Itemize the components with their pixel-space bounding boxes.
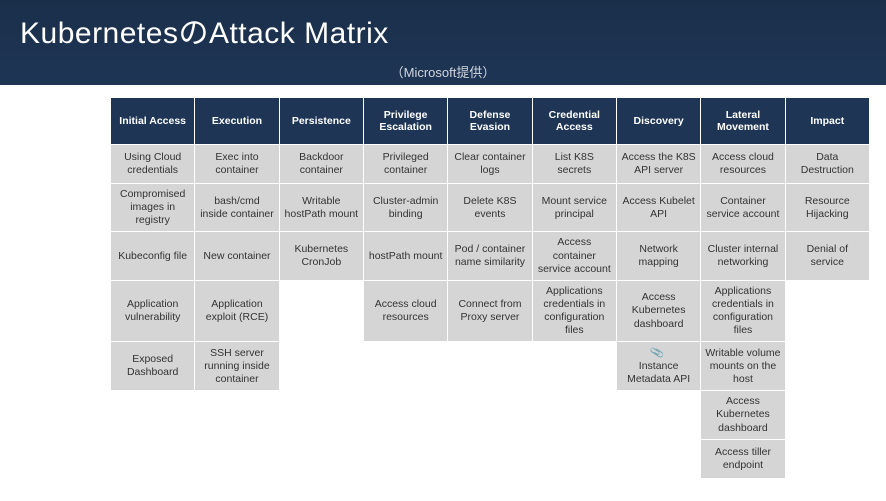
cell-empty [617,391,700,438]
page-title: KubernetesのAttack Matrix [20,8,866,52]
cell: Kubeconfig file [111,232,194,279]
cell: Connect from Proxy server [448,281,531,342]
cell: Delete K8S events [448,184,531,231]
cell-empty [786,391,869,438]
table-row: Exposed Dashboard SSH server running ins… [111,342,869,390]
cell-instance-metadata: 📎 Instance Metadata API [617,342,700,390]
cell-empty [533,440,616,478]
cell: Denial of service [786,232,869,279]
cell-empty [448,342,531,390]
table-row: Kubeconfig file New container Kubernetes… [111,232,869,279]
cell: Data Destruction [786,145,869,183]
cell-empty [280,440,363,478]
table-row: Access Kubernetes dashboard [111,391,869,438]
cell: Access container service account [533,232,616,279]
cell: Cluster-admin binding [364,184,447,231]
table-row: Compromised images in registry bash/cmd … [111,184,869,231]
cell-empty [533,342,616,390]
cell-empty [533,391,616,438]
cell: Application exploit (RCE) [195,281,278,342]
cell-empty [617,440,700,478]
cell-empty [448,440,531,478]
table-row: Application vulnerability Application ex… [111,281,869,342]
cell: List K8S secrets [533,145,616,183]
cell: New container [195,232,278,279]
table-row: Using Cloud credentials Exec into contai… [111,145,869,183]
cell: Access Kubernetes dashboard [701,391,784,438]
page-subtitle: （Microsoft提供） [20,62,866,81]
col-execution: Execution [195,98,278,144]
cell-empty [280,391,363,438]
cell: Container service account [701,184,784,231]
cell: Applications credentials in configuratio… [533,281,616,342]
cell: Cluster internal networking [701,232,784,279]
cell: Resource Hijacking [786,184,869,231]
cell-empty [786,281,869,342]
col-discovery: Discovery [617,98,700,144]
cell: Kubernetes CronJob [280,232,363,279]
cell-empty [448,391,531,438]
col-defense-evasion: Defense Evasion [448,98,531,144]
cell-empty [280,342,363,390]
cell-empty [111,440,194,478]
table-row: Access tiller endpoint [111,440,869,478]
cell: Applications credentials in configuratio… [701,281,784,342]
cell: Compromised images in registry [111,184,194,231]
cell: Backdoor container [280,145,363,183]
cell: Access cloud resources [701,145,784,183]
cell-empty [364,440,447,478]
cell: Exec into container [195,145,278,183]
cell: bash/cmd inside container [195,184,278,231]
col-impact: Impact [786,98,869,144]
cell: Writable volume mounts on the host [701,342,784,390]
col-credential-access: Credential Access [533,98,616,144]
cell-empty [195,440,278,478]
cell: Access Kubernetes dashboard [617,281,700,342]
cell: Network mapping [617,232,700,279]
col-initial-access: Initial Access [111,98,194,144]
cell-text: Instance Metadata API [627,360,690,385]
col-priv-esc: Privilege Escalation [364,98,447,144]
cell: Exposed Dashboard [111,342,194,390]
attack-matrix-table: Initial Access Execution Persistence Pri… [110,97,870,479]
matrix-container: Initial Access Execution Persistence Pri… [0,85,886,479]
col-lateral-movement: Lateral Movement [701,98,784,144]
slide-header: KubernetesのAttack Matrix （Microsoft提供） [0,0,886,85]
cell: Access Kubelet API [617,184,700,231]
cell: Access the K8S API server [617,145,700,183]
cell-empty [195,391,278,438]
cell: Application vulnerability [111,281,194,342]
cell: Using Cloud credentials [111,145,194,183]
cell: Access tiller endpoint [701,440,784,478]
cell: Mount service principal [533,184,616,231]
cell-empty [786,342,869,390]
cell-empty [786,440,869,478]
cell: Privileged container [364,145,447,183]
cell-empty [364,391,447,438]
cell: Pod / container name similarity [448,232,531,279]
cell-empty [111,391,194,438]
cell: Access cloud resources [364,281,447,342]
table-header-row: Initial Access Execution Persistence Pri… [111,98,869,144]
cell: Clear container logs [448,145,531,183]
cell-empty [364,342,447,390]
cell: Writable hostPath mount [280,184,363,231]
cell: SSH server running inside container [195,342,278,390]
cell-empty [280,281,363,342]
cell: hostPath mount [364,232,447,279]
pin-icon: 📎 [650,345,666,361]
col-persistence: Persistence [280,98,363,144]
